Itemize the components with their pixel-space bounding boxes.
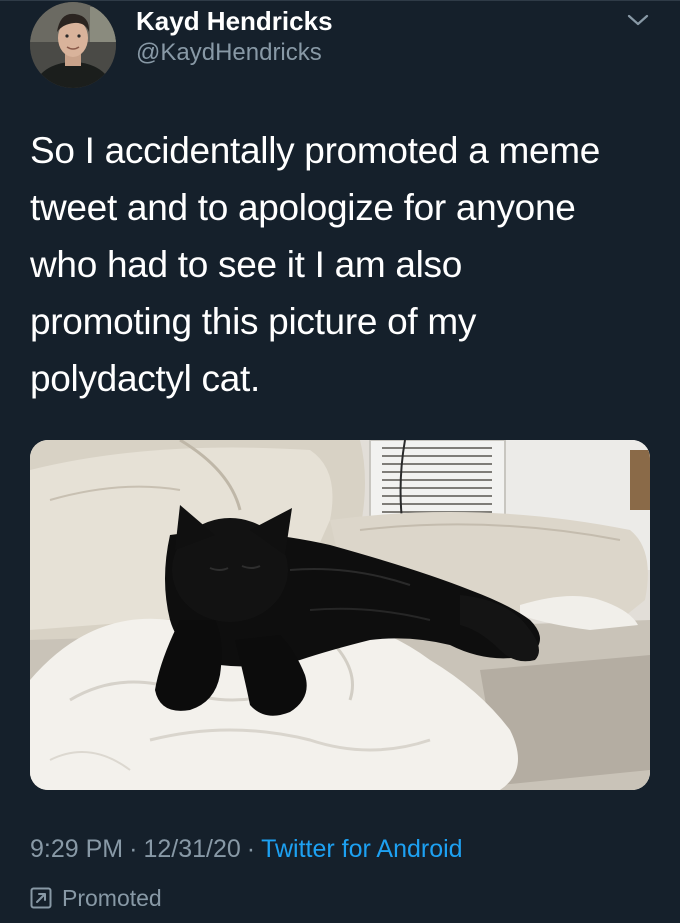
tweet-time[interactable]: 9:29 PM bbox=[30, 835, 123, 863]
promoted-indicator: Promoted bbox=[30, 884, 162, 912]
chevron-down-icon[interactable] bbox=[624, 8, 652, 32]
separator: · bbox=[246, 835, 256, 863]
display-name[interactable]: Kayd Hendricks bbox=[136, 6, 333, 36]
user-handle[interactable]: @KaydHendricks bbox=[136, 39, 322, 67]
tweet-metadata: 9:29 PM · 12/31/20 · Twitter for Android bbox=[30, 834, 463, 864]
tweet-date[interactable]: 12/31/20 bbox=[143, 835, 240, 863]
top-divider bbox=[0, 0, 680, 1]
promoted-label: Promoted bbox=[62, 885, 162, 911]
tweet-source-link[interactable]: Twitter for Android bbox=[261, 835, 462, 863]
tweet-photo[interactable] bbox=[30, 440, 650, 790]
promoted-arrow-icon bbox=[30, 887, 52, 909]
tweet-text: So I accidentally promoted a meme tweet … bbox=[30, 130, 601, 399]
separator: · bbox=[129, 835, 138, 863]
avatar[interactable] bbox=[30, 2, 116, 88]
